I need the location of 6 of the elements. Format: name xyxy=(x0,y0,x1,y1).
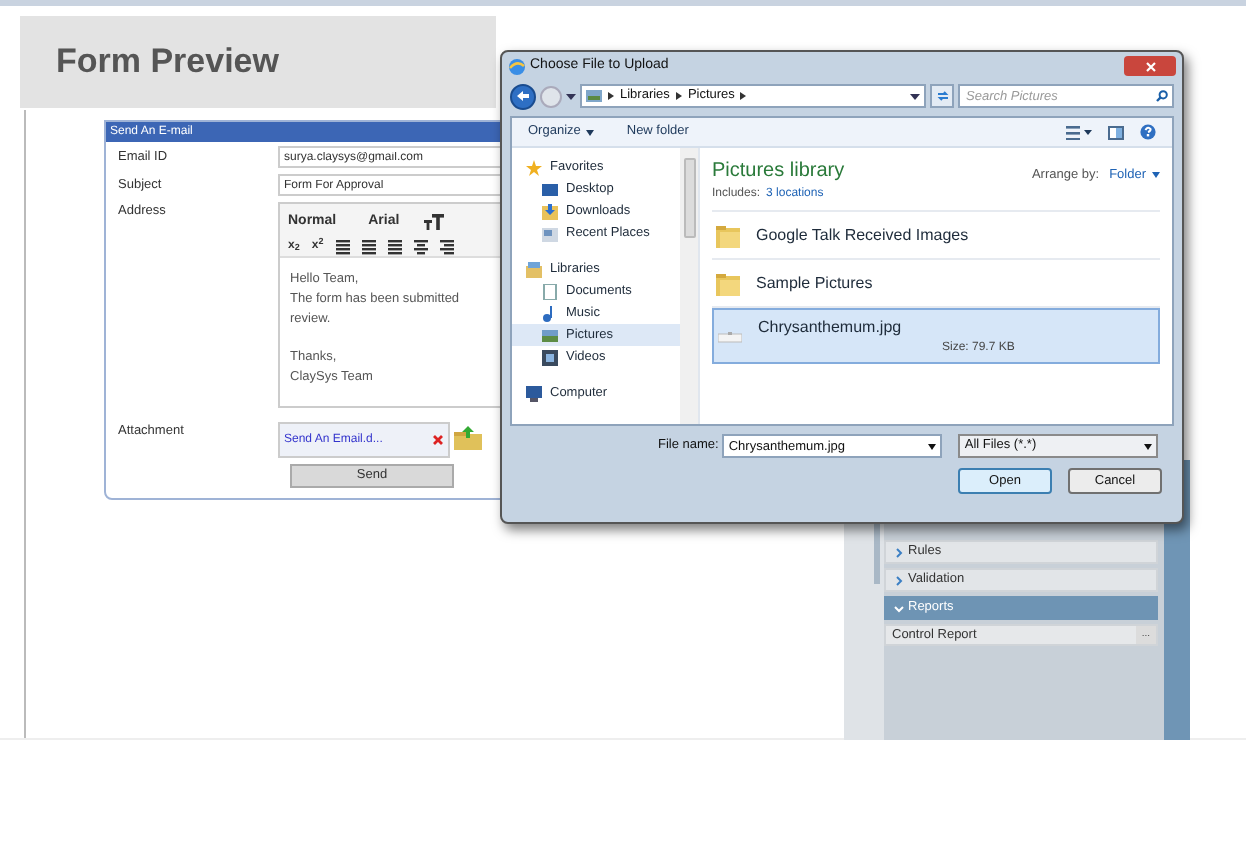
file-name: Google Talk Received Images xyxy=(756,223,971,247)
file-name: Chrysanthemum.jpg xyxy=(758,316,904,340)
library-title: Pictures library xyxy=(712,158,845,186)
file-item[interactable]: Google Talk Received Images xyxy=(712,212,1160,260)
page-title: Form Preview xyxy=(56,40,279,85)
file-name: Sample Pictures xyxy=(756,271,875,295)
